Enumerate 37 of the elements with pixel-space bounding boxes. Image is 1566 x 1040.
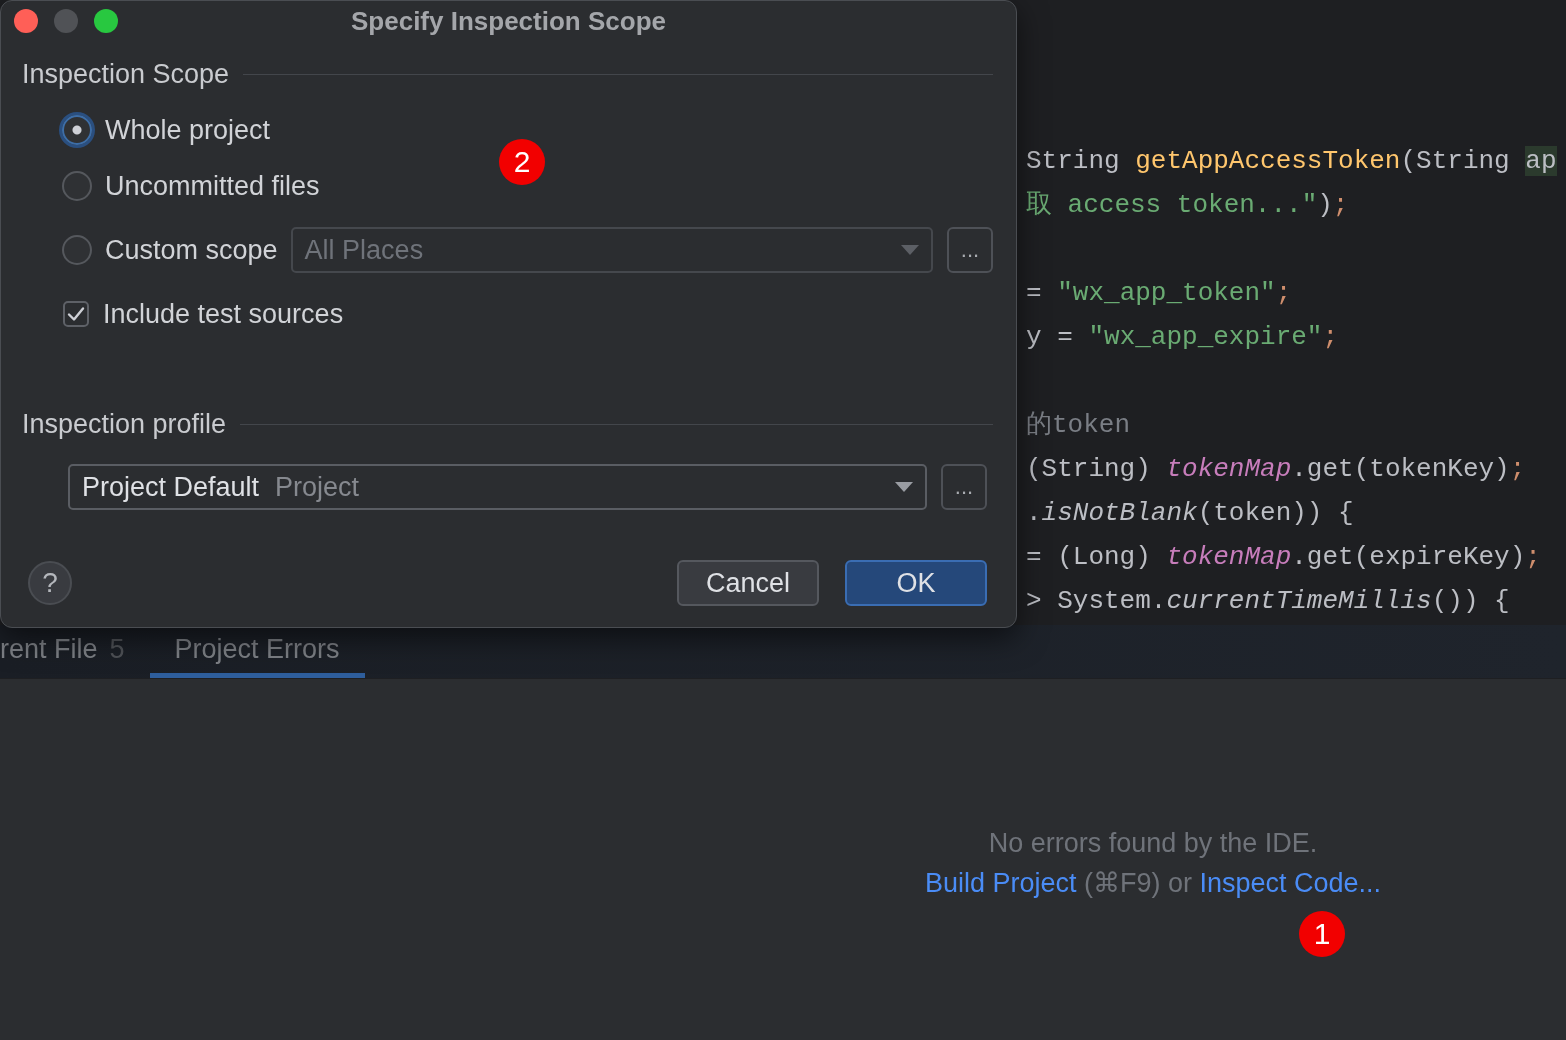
checkbox-label: Include test sources: [103, 298, 344, 330]
code-line: 取 access token...");: [1026, 189, 1349, 222]
radio-button[interactable]: [62, 235, 92, 265]
caret-icon: [895, 482, 913, 492]
profile-dropdown[interactable]: Project Default Project: [68, 464, 927, 510]
cancel-button[interactable]: Cancel: [677, 560, 819, 606]
action-link[interactable]: Build Project: [924, 868, 1077, 898]
step-marker: 2: [499, 139, 545, 185]
caret-icon: [901, 245, 919, 255]
code-line: .isNotBlank(token)) {: [1026, 497, 1354, 530]
code-line: String getAppAccessToken(String ap: [1026, 145, 1557, 178]
help-button[interactable]: ?: [28, 561, 72, 605]
code-line: = "wx_app_token";: [1026, 277, 1292, 310]
radio-button[interactable]: [62, 115, 92, 145]
code-line: 的token: [1026, 409, 1130, 442]
dialog-title: Specify Inspection Scope: [351, 5, 666, 37]
empty-state-hint: Build Project (⌘F9) or Inspect Code...: [924, 867, 1382, 899]
zoom-button[interactable]: [94, 9, 118, 33]
code-line: > System.currentTimeMillis()) {: [1026, 585, 1510, 618]
checkbox[interactable]: [63, 301, 89, 327]
option-label: Uncommitted files: [105, 170, 320, 202]
option-label: Whole project: [105, 114, 271, 146]
action-link[interactable]: Inspect Code...: [1199, 868, 1382, 898]
panel-tab[interactable]: Project Errors: [149, 625, 365, 678]
browse-button[interactable]: ...: [941, 464, 987, 510]
option-label: Custom scope: [105, 234, 278, 266]
ok-button[interactable]: OK: [845, 560, 987, 606]
radio-button[interactable]: [62, 171, 92, 201]
section-label: Inspection Scope: [22, 58, 230, 90]
browse-button[interactable]: ...: [947, 227, 993, 273]
step-marker: 1: [1299, 911, 1345, 957]
code-line: y = "wx_app_expire";: [1026, 321, 1339, 354]
code-line: = (Long) tokenMap.get(expireKey);: [1026, 541, 1541, 574]
section-label: Inspection profile: [22, 408, 227, 440]
empty-state-message: No errors found by the IDE.: [988, 827, 1318, 859]
close-button[interactable]: [14, 9, 38, 33]
code-line: (String) tokenMap.get(tokenKey);: [1026, 453, 1526, 486]
